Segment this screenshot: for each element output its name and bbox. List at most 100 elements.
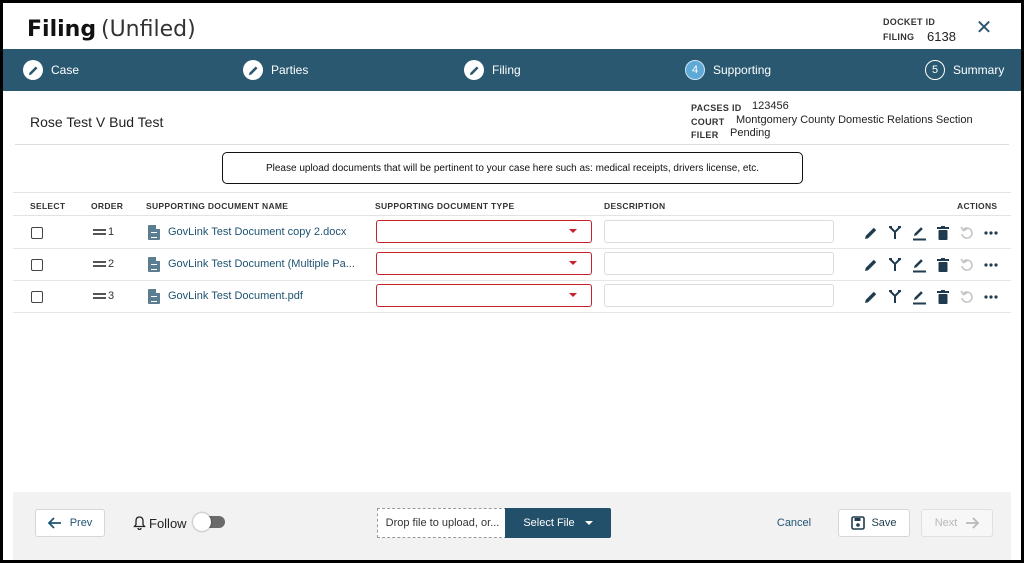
document-name-link[interactable]: GovLink Test Document (Multiple Pa... <box>168 258 373 270</box>
filing-label: FILING <box>883 32 915 42</box>
file-drop-zone[interactable]: Drop file to upload, or... <box>377 508 507 538</box>
more-icon <box>984 295 998 299</box>
edit-button[interactable] <box>859 223 883 243</box>
edit-underline-icon <box>912 226 926 240</box>
document-type-select[interactable] <box>376 252 592 275</box>
delete-button[interactable] <box>931 223 955 243</box>
pencil-icon <box>464 60 484 80</box>
split-button[interactable] <box>883 287 907 307</box>
rename-button[interactable] <box>907 223 931 243</box>
document-name-link[interactable]: GovLink Test Document.pdf <box>168 290 373 302</box>
document-name-link[interactable]: GovLink Test Document copy 2.docx <box>168 226 373 238</box>
row-order: 1 <box>93 226 114 238</box>
document-type-select[interactable] <box>376 220 592 243</box>
more-icon <box>984 263 998 267</box>
step-supporting[interactable]: 4 Supporting <box>685 49 771 91</box>
pencil-icon <box>23 60 43 80</box>
document-type-select[interactable] <box>376 284 592 307</box>
step-number: 4 <box>685 60 705 80</box>
row-actions <box>859 287 1003 307</box>
row-actions <box>859 223 1003 243</box>
prev-button[interactable]: Prev <box>35 509 105 537</box>
row-order: 2 <box>93 258 114 270</box>
step-bar: Case Parties Filing 4 Supporting 5 Summa… <box>3 49 1021 91</box>
step-case[interactable]: Case <box>23 49 79 91</box>
row-select-checkbox[interactable] <box>31 259 43 271</box>
document-icon <box>148 225 160 240</box>
close-icon: ✕ <box>975 17 993 39</box>
pencil-icon <box>865 259 877 271</box>
step-filing[interactable]: Filing <box>464 49 521 91</box>
save-button[interactable]: Save <box>838 509 910 537</box>
more-icon <box>984 231 998 235</box>
more-button[interactable] <box>979 287 1003 307</box>
drag-handle-icon[interactable] <box>93 293 106 299</box>
trash-icon <box>937 258 949 272</box>
cancel-button[interactable]: Cancel <box>765 509 823 537</box>
filing-window: Filing (Unfiled) DOCKET ID FILING 6138 ✕… <box>0 0 1024 563</box>
page-subtitle: (Unfiled) <box>101 17 196 42</box>
drag-handle-icon[interactable] <box>93 229 106 235</box>
row-select-checkbox[interactable] <box>31 227 43 239</box>
row-actions <box>859 255 1003 275</box>
delete-button[interactable] <box>931 287 955 307</box>
more-button[interactable] <box>979 255 1003 275</box>
filer-label: FILER <box>691 130 719 140</box>
arrow-left-icon <box>47 517 61 529</box>
description-input[interactable] <box>604 284 834 307</box>
step-summary[interactable]: 5 Summary <box>925 49 1004 91</box>
close-button[interactable]: ✕ <box>973 17 995 39</box>
court-value: Montgomery County Domestic Relations Sec… <box>736 114 973 126</box>
header-select: SELECT <box>30 201 66 211</box>
filer-value: Pending <box>730 127 771 139</box>
pencil-icon <box>865 227 877 239</box>
delete-button[interactable] <box>931 255 955 275</box>
description-input[interactable] <box>604 252 834 275</box>
chevron-down-icon <box>584 521 593 525</box>
document-icon <box>148 289 160 304</box>
save-icon <box>851 516 866 530</box>
next-button[interactable]: Next <box>921 509 993 537</box>
split-button[interactable] <box>883 223 907 243</box>
description-input[interactable] <box>604 220 834 243</box>
split-icon <box>889 290 901 303</box>
undo-icon <box>960 290 973 303</box>
step-parties[interactable]: Parties <box>243 49 308 91</box>
docket-id-label: DOCKET ID <box>883 17 936 27</box>
drag-handle-icon[interactable] <box>93 261 106 267</box>
step-label: Case <box>51 63 80 77</box>
undo-button[interactable] <box>955 287 979 307</box>
split-button[interactable] <box>883 255 907 275</box>
trash-icon <box>937 226 949 240</box>
undo-icon <box>960 226 973 239</box>
rename-button[interactable] <box>907 287 931 307</box>
header-description: DESCRIPTION <box>604 201 666 211</box>
undo-button[interactable] <box>955 255 979 275</box>
undo-icon <box>960 258 973 271</box>
row-select-checkbox[interactable] <box>31 291 43 303</box>
pacses-id-value: 123456 <box>752 100 789 112</box>
more-button[interactable] <box>979 223 1003 243</box>
edit-underline-icon <box>912 258 926 272</box>
follow-control[interactable]: Follow <box>133 509 187 537</box>
edit-button[interactable] <box>859 255 883 275</box>
page-title: Filing <box>27 17 97 42</box>
divider <box>15 144 1009 145</box>
header-actions: ACTIONS <box>957 201 998 211</box>
pencil-icon <box>865 291 877 303</box>
header-document-type: SUPPORTING DOCUMENT TYPE <box>375 201 515 211</box>
row-order: 3 <box>93 290 114 302</box>
undo-button[interactable] <box>955 223 979 243</box>
select-file-button[interactable]: Select File <box>505 508 611 538</box>
table-row: 2 GovLink Test Document (Multiple Pa... <box>13 249 1011 281</box>
footer-bar: Prev Follow Drop file to upload, or... S… <box>13 492 1011 560</box>
rename-button[interactable] <box>907 255 931 275</box>
document-icon <box>148 257 160 272</box>
edit-button[interactable] <box>859 287 883 307</box>
step-number: 5 <box>925 60 945 80</box>
step-label: Supporting <box>713 63 772 77</box>
follow-toggle[interactable] <box>193 513 225 531</box>
step-label: Parties <box>271 63 309 77</box>
step-label: Summary <box>953 63 1005 77</box>
case-name: Rose Test V Bud Test <box>30 114 164 130</box>
